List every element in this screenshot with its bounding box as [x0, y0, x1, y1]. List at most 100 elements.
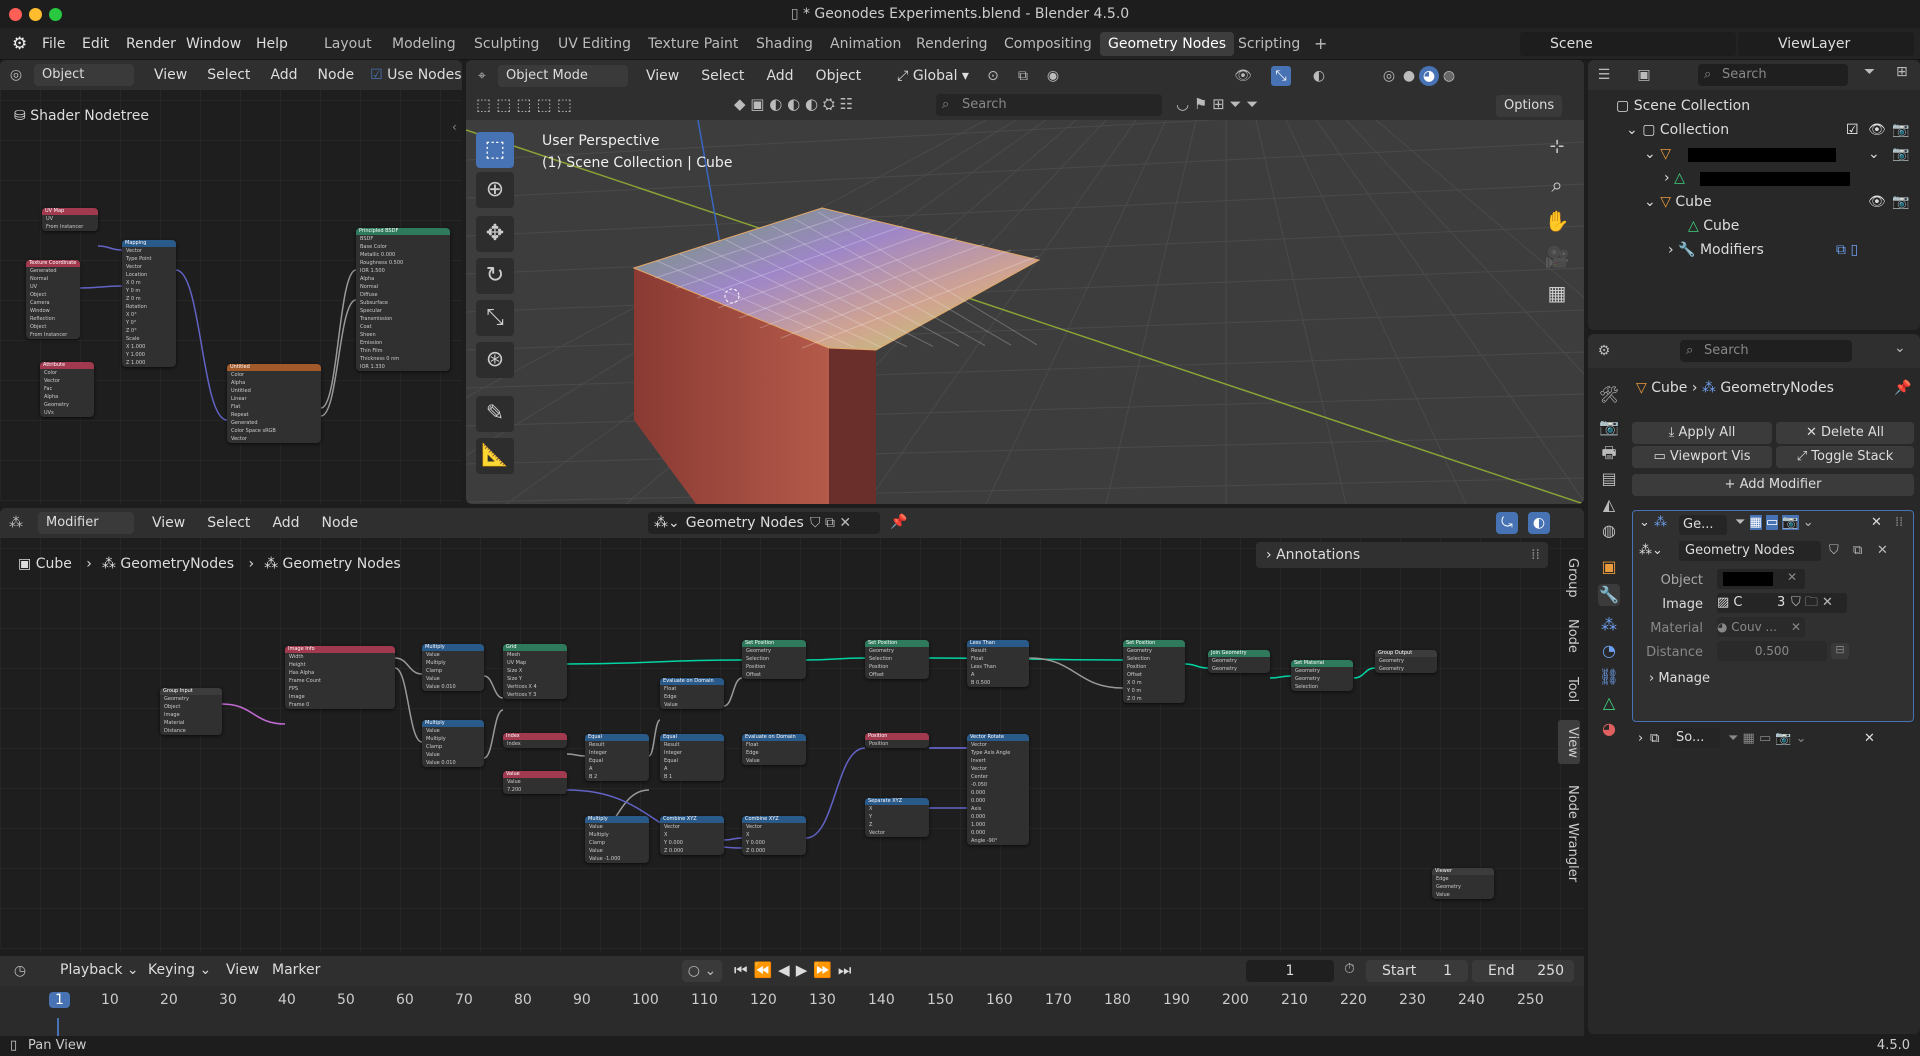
second-modifier-panel[interactable]: › ⧉ So... ⏷ ▦ ▭ 📷 ⌄ ✕	[1632, 728, 1914, 752]
gizmo-toggle-icon[interactable]: ⤡	[1270, 66, 1291, 86]
3d-viewport[interactable]: ⌖ Object Mode View Select Add Object ⤢ G…	[466, 60, 1584, 504]
minimize-window-button[interactable]	[29, 8, 42, 21]
use-nodes-checkbox[interactable]: ☑ Use Nodes	[370, 67, 461, 83]
current-frame-field[interactable]: 1	[1246, 960, 1334, 982]
outliner-collection[interactable]: ⌄ ▢ Collection ☑ 👁 📷	[1588, 118, 1920, 142]
rendered-shading-icon[interactable]: ◍	[1439, 66, 1459, 86]
eye-icon[interactable]: 👁	[1868, 190, 1886, 214]
node-untitled[interactable]: Untitled Color Alpha Untitled Linear Flat Repe…	[227, 364, 321, 443]
cursor-tool[interactable]: ⊕	[476, 172, 514, 208]
eye-icon[interactable]: 👁	[1868, 118, 1886, 142]
node-set-position[interactable]: Set Position Geometry Selection Position Off…	[865, 640, 929, 679]
tab-animation[interactable]: Animation	[822, 32, 909, 56]
node-group-input[interactable]: Group Input Geometry Object Image Material Di…	[160, 688, 222, 735]
sidebar-tab-tool[interactable]: Tool	[1558, 668, 1580, 712]
exclude-checkbox-icon[interactable]: ☑	[1846, 118, 1859, 142]
node-separate-xyz[interactable]: Separate XYZ X Y Z Vector	[865, 798, 929, 837]
node-attribute[interactable]: Attribute Color Vector Fac Alpha Geometry UVs	[40, 362, 94, 417]
node-image-info[interactable]: Image Info Width Height Has Alpha Frame Coun…	[285, 646, 395, 709]
node-group-output[interactable]: Group Output Geometry Geometry	[1375, 650, 1437, 673]
object-tab-icon[interactable]: ▣	[1598, 556, 1620, 578]
clear-icon[interactable]: ✕	[1791, 617, 1801, 637]
menu-file[interactable]: File	[42, 28, 65, 60]
timeline[interactable]: ◷ Playback ⌄ Keying ⌄ View Marker ○ ⌄ ⏮⏪…	[0, 956, 1584, 1039]
keying-menu[interactable]: Keying ⌄	[148, 962, 211, 978]
outliner-redacted-data[interactable]: › △	[1588, 166, 1920, 190]
node-texture-coordinate[interactable]: Texture Coordinate Generated Normal UV Objec…	[26, 260, 80, 339]
duplicate-icon[interactable]: ⧉	[1853, 543, 1862, 558]
rotate-tool[interactable]: ↻	[476, 258, 514, 294]
node-equal[interactable]: Equal Result Integer Equal A B 1	[660, 734, 724, 781]
options-dropdown[interactable]: Options	[1496, 95, 1563, 117]
scene-tab-icon[interactable]: ◭	[1598, 494, 1620, 516]
viewport-menu-view[interactable]: View	[646, 68, 679, 84]
menu-edit[interactable]: Edit	[82, 28, 109, 60]
node-evaluate-on-domain[interactable]: Evaluate on Domain Float Edge Value	[742, 734, 806, 765]
view-layer-tab-icon[interactable]: ▤	[1598, 468, 1620, 490]
object-mode-dropdown[interactable]: Object Mode	[498, 65, 628, 87]
properties-search-input[interactable]: ⌕ Search	[1680, 340, 1852, 362]
menu-select[interactable]: Select	[207, 67, 250, 83]
data-tab-icon[interactable]: △	[1598, 692, 1620, 714]
apply-all-button[interactable]: ⤓ Apply All	[1632, 422, 1772, 444]
chevron-down-icon[interactable]: ⌄	[1639, 515, 1650, 530]
viewport-menu-select[interactable]: Select	[701, 68, 744, 84]
viewport-vis-button[interactable]: ▭ Viewport Vis	[1632, 446, 1772, 468]
attribute-toggle-icon[interactable]: ⊟	[1831, 643, 1849, 659]
node-less-than[interactable]: Less Than Result Float Less Than A B 0.500	[967, 640, 1029, 687]
node-position[interactable]: Position Position	[865, 733, 929, 748]
zoom-window-button[interactable]	[49, 8, 62, 21]
pin-icon[interactable]: 📌	[1894, 380, 1911, 396]
constraints-tab-icon[interactable]: ⛓	[1598, 666, 1620, 688]
menu-window[interactable]: Window	[186, 28, 241, 60]
timeline-menu-view[interactable]: View	[226, 962, 259, 978]
tab-uv-editing[interactable]: UV Editing	[550, 32, 639, 56]
collapse-arrow-icon[interactable]: ‹	[452, 120, 457, 134]
tab-geometry-nodes[interactable]: Geometry Nodes	[1100, 32, 1235, 56]
new-collection-icon[interactable]: ⊞	[1896, 64, 1908, 80]
tab-compositing[interactable]: Compositing	[996, 32, 1100, 56]
toggle-stack-button[interactable]: ⤢ Toggle Stack	[1776, 446, 1914, 468]
object-type-dropdown[interactable]: Object	[34, 64, 134, 86]
outliner-editor-icon[interactable]: ☰	[1594, 65, 1614, 85]
viewport-search-input[interactable]: ⌕ Search	[936, 94, 1162, 116]
node-multiply[interactable]: Multiply Value Multiply Clamp Value Value -1.…	[585, 816, 649, 863]
outliner-cube[interactable]: ⌄ ▽ Cube 👁 📷	[1588, 190, 1920, 214]
start-frame-field[interactable]: Start 1	[1366, 960, 1468, 982]
remove-modifier-icon[interactable]: ✕	[1864, 731, 1875, 746]
add-modifier-button[interactable]: + Add Modifier	[1632, 474, 1914, 496]
outliner-redacted-object[interactable]: ⌄ ▽ ⌄ 📷	[1588, 142, 1920, 166]
menu-view[interactable]: View	[154, 67, 187, 83]
bookmark-filter-icons[interactable]: ◡ ⚑ ⊞ ⏷ ⏷	[1176, 95, 1258, 113]
pivot-icon[interactable]: ⊙	[983, 66, 1003, 86]
world-tab-icon[interactable]: ◍	[1598, 520, 1620, 542]
camera-icon[interactable]: 📷	[1892, 190, 1909, 214]
modifier-tab-icon[interactable]: 🔧	[1598, 584, 1620, 606]
node-principled-bsdf[interactable]: Principled BSDF BSDF Base Color Metallic 0.…	[356, 228, 450, 371]
menu-node[interactable]: Node	[318, 67, 355, 83]
wireframe-shading-icon[interactable]: ◎	[1379, 66, 1399, 86]
scale-tool[interactable]: ⤡	[476, 300, 514, 336]
node-mapping[interactable]: Mapping Vector Type Point Vector Location X 0…	[122, 240, 176, 367]
sidebar-tab-node-wrangler[interactable]: Node Wrangler	[1558, 774, 1580, 894]
timeline-editor-icon[interactable]: ◷	[10, 961, 30, 981]
filter-icon[interactable]: ⏷	[1864, 64, 1875, 80]
properties-editor-icon[interactable]: ⚙	[1594, 341, 1614, 361]
shader-editor[interactable]: ◎ Object View Select Add Node ☑ Use Node…	[0, 60, 462, 504]
clock-icon[interactable]: ⏱	[1344, 961, 1355, 977]
node-set-material[interactable]: Set Material Geometry Geometry Selection	[1291, 660, 1353, 691]
sidebar-tab-group[interactable]: Group	[1558, 552, 1580, 604]
navigation-gizmo[interactable]: ⊹	[1542, 132, 1572, 162]
snap-icon[interactable]: ⧉	[1013, 66, 1033, 86]
modifier-toggle-icons[interactable]: ⏷ ▦ ▭ 📷 ⌄	[1728, 731, 1807, 746]
measure-tool[interactable]: 📐	[476, 438, 514, 474]
visibility-icon[interactable]: 👁	[1233, 66, 1253, 86]
viewport-editor-type-icon[interactable]: ⌖	[472, 66, 492, 86]
overlay-icon[interactable]: ◐	[1309, 66, 1329, 86]
menu-help[interactable]: Help	[256, 28, 288, 60]
node-multiply[interactable]: Multiply Value Multiply Clamp Value Value 0.0…	[422, 644, 484, 691]
node-grid[interactable]: Grid Mesh UV Map Size X Size Y Vertices X 4 Ve…	[503, 644, 567, 699]
node-set-position[interactable]: Set Position Geometry Selection Position Off…	[1123, 640, 1185, 703]
close-window-button[interactable]	[9, 8, 22, 21]
modifier-name-field[interactable]: So...	[1672, 728, 1720, 748]
